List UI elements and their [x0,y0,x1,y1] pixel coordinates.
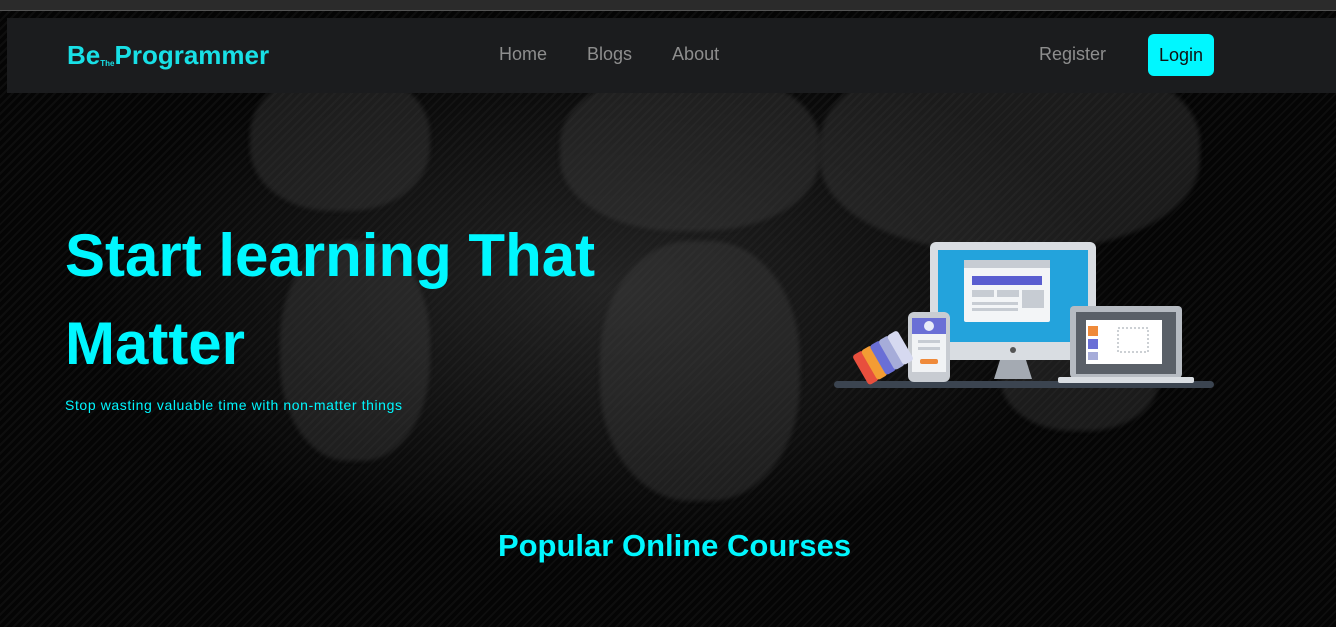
hero-subtitle: Stop wasting valuable time with non-matt… [65,397,403,413]
window-top-border [0,0,1336,11]
hero-title: Start learning That Matter [65,222,596,377]
nav-blogs-link[interactable]: Blogs [587,44,632,65]
brand-logo[interactable]: BeTheProgrammer [67,40,269,71]
brand-small: The [100,59,115,68]
navbar: BeTheProgrammer Home Blogs About Registe… [7,18,1336,93]
login-button[interactable]: Login [1148,34,1214,76]
register-link[interactable]: Register [1039,44,1106,65]
nav-home-link[interactable]: Home [499,44,547,65]
popular-courses-heading: Popular Online Courses [497,528,852,563]
devices-illustration [834,242,1214,388]
brand-part-1: Be [67,40,101,70]
nav-links: Home Blogs About [499,44,719,65]
nav-about-link[interactable]: About [672,44,719,65]
brand-part-2: Programmer [114,40,270,70]
